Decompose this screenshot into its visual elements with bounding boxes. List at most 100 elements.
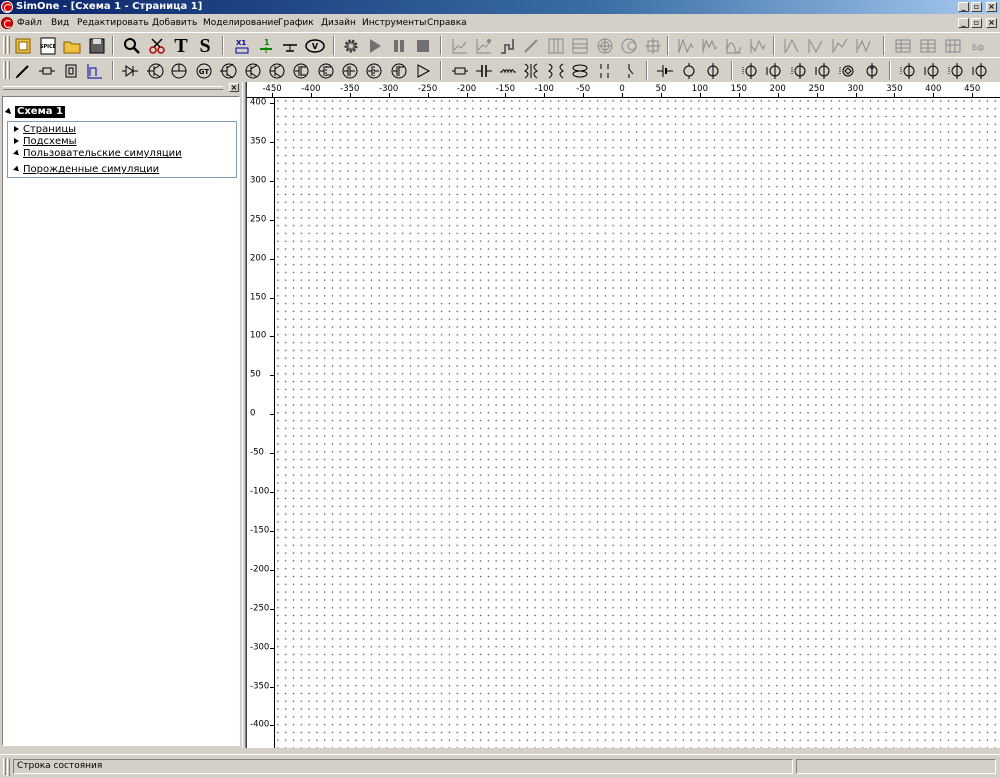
chip-icon[interactable] <box>61 61 81 81</box>
inductor-icon[interactable] <box>498 61 518 81</box>
bode-plot-icon[interactable]: Бф <box>968 36 988 56</box>
pause-icon[interactable] <box>389 36 409 56</box>
smith-chart-icon[interactable] <box>619 36 639 56</box>
schematic-grid[interactable] <box>275 98 1000 748</box>
spice-tool-icon[interactable]: S <box>195 35 215 57</box>
new-icon[interactable] <box>13 36 33 56</box>
expanded-arrow-icon[interactable] <box>13 165 21 174</box>
voltmeter-icon[interactable]: V <box>303 36 327 56</box>
expand-arrow-icon[interactable] <box>4 107 14 117</box>
transformer-icon[interactable] <box>521 61 541 81</box>
collapsed-arrow-icon[interactable] <box>14 126 19 132</box>
source-2-icon[interactable] <box>764 61 784 81</box>
menu-edit[interactable]: Редактировать <box>77 18 149 29</box>
gt-device-icon[interactable]: GT <box>194 61 214 81</box>
menu-file[interactable]: Файл <box>17 18 42 29</box>
panel-grip[interactable] <box>3 86 223 90</box>
mosfet-3-icon[interactable] <box>340 61 360 81</box>
waveform-3-icon[interactable] <box>724 36 744 56</box>
node-icon[interactable]: 1 <box>256 36 276 56</box>
resistor-icon[interactable] <box>37 61 57 81</box>
open-folder-icon[interactable] <box>62 36 82 56</box>
mosfet-4-icon[interactable] <box>364 61 384 81</box>
measure-2-icon[interactable] <box>806 36 826 56</box>
cut-icon[interactable] <box>147 36 167 56</box>
menu-simulation[interactable]: Моделирование <box>203 18 279 29</box>
net-label-icon[interactable]: X1 <box>232 36 252 56</box>
mosfet-1-icon[interactable] <box>291 61 311 81</box>
settings-gear-icon[interactable] <box>341 36 361 56</box>
tline-icon[interactable] <box>570 61 590 81</box>
probe-icon[interactable] <box>521 36 541 56</box>
transistor-npn-icon[interactable] <box>145 61 165 81</box>
menu-graph[interactable]: График <box>278 18 314 29</box>
spice-file-icon[interactable]: SPICE <box>38 36 58 56</box>
zoom-icon[interactable] <box>122 36 142 56</box>
collapsed-arrow-icon[interactable] <box>14 138 19 144</box>
table-1-icon[interactable] <box>893 36 913 56</box>
current-source-icon[interactable] <box>703 61 723 81</box>
menu-help[interactable]: Справка <box>427 18 467 29</box>
menu-tools[interactable]: Инструменты <box>362 18 426 29</box>
menu-view[interactable]: Вид <box>51 18 69 29</box>
mdi-minimize-button[interactable]: _ <box>958 18 969 28</box>
mosfet-5-icon[interactable] <box>389 61 409 81</box>
table-2-icon[interactable] <box>918 36 938 56</box>
source-6-icon[interactable] <box>861 61 881 81</box>
graph-line-icon[interactable] <box>450 36 470 56</box>
source-4-icon[interactable] <box>813 61 833 81</box>
pulse-icon[interactable] <box>85 61 105 81</box>
opamp-icon[interactable] <box>413 61 433 81</box>
capacitor-icon[interactable] <box>474 61 494 81</box>
mdi-close-button[interactable]: × <box>986 18 997 28</box>
bjt-1-icon[interactable] <box>243 61 263 81</box>
measure-1-icon[interactable] <box>782 36 802 56</box>
crosshair-icon[interactable] <box>643 36 663 56</box>
columns-icon[interactable] <box>546 36 566 56</box>
simone-logo-icon[interactable] <box>1 1 13 13</box>
polar-icon[interactable] <box>595 36 615 56</box>
source-5-icon[interactable] <box>837 61 857 81</box>
document-icon[interactable] <box>1 17 13 29</box>
dep-source-4-icon[interactable] <box>970 61 990 81</box>
waveform-1-icon[interactable] <box>676 36 696 56</box>
graph-step-icon[interactable] <box>498 36 518 56</box>
maximize-button[interactable]: ▫ <box>971 2 982 12</box>
waveform-4-icon[interactable] <box>748 36 768 56</box>
battery-icon[interactable] <box>655 61 675 81</box>
text-tool-icon[interactable]: T <box>171 35 191 57</box>
run-icon[interactable] <box>365 36 385 56</box>
bjt-2-icon[interactable] <box>267 61 287 81</box>
switch-1-icon[interactable] <box>595 61 615 81</box>
wire-pencil-icon[interactable] <box>13 61 33 81</box>
menu-design[interactable]: Дизайн <box>321 18 356 29</box>
measure-4-icon[interactable] <box>854 36 874 56</box>
jfet-icon[interactable] <box>218 61 238 81</box>
source-3-icon[interactable] <box>789 61 809 81</box>
diode-icon[interactable] <box>120 61 140 81</box>
measure-3-icon[interactable] <box>830 36 850 56</box>
source-1-icon[interactable] <box>740 61 760 81</box>
close-button[interactable]: × <box>986 2 997 12</box>
mosfet-2-icon[interactable] <box>316 61 336 81</box>
mdi-restore-button[interactable]: ▫ <box>971 18 982 28</box>
transistor-pnp-icon[interactable] <box>169 61 189 81</box>
schematic-canvas[interactable]: -450 -400 -350 -300 -250 -200 -150 -100 -50 0 50 10… <box>246 82 1000 748</box>
dep-source-1-icon[interactable] <box>898 61 918 81</box>
dep-source-2-icon[interactable] <box>922 61 942 81</box>
panel-close-button[interactable]: × <box>229 83 239 92</box>
stop-icon[interactable] <box>413 36 433 56</box>
expanded-arrow-icon[interactable] <box>13 149 21 158</box>
resistor-2-icon[interactable] <box>450 61 470 81</box>
switch-2-icon[interactable] <box>619 61 639 81</box>
waveform-2-icon[interactable] <box>700 36 720 56</box>
menu-insert[interactable]: Добавить <box>152 18 197 29</box>
coupled-inductor-icon[interactable] <box>546 61 566 81</box>
voltage-source-icon[interactable] <box>679 61 699 81</box>
save-icon[interactable] <box>87 36 107 56</box>
minimize-button[interactable]: _ <box>958 2 969 12</box>
rows-icon[interactable] <box>570 36 590 56</box>
table-3-icon[interactable] <box>943 36 963 56</box>
dep-source-3-icon[interactable] <box>946 61 966 81</box>
graph-marker-icon[interactable] <box>474 36 494 56</box>
